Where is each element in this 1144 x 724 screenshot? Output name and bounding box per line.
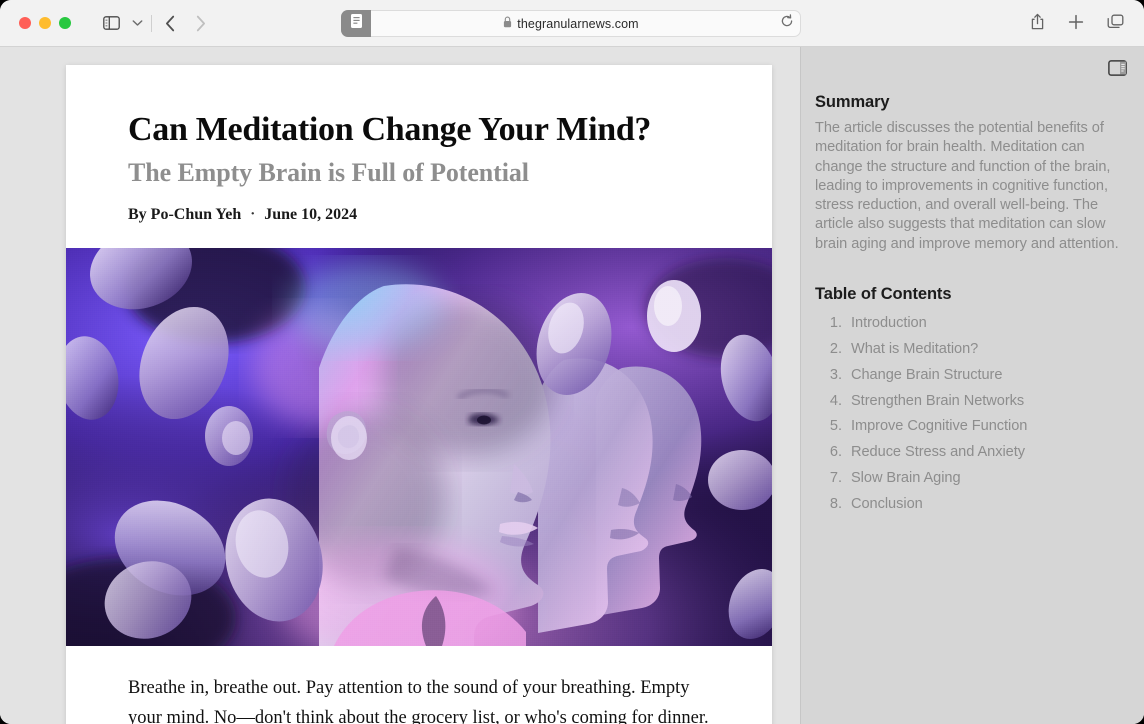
url-text: thegranularnews.com (517, 16, 639, 31)
summary-sidebar: Summary The article discusses the potent… (800, 47, 1144, 724)
reader-mode-icon (350, 13, 363, 34)
chevron-down-icon (132, 19, 143, 27)
chevron-right-icon (195, 15, 206, 32)
body-paragraph: Breathe in, breathe out. Pay attention t… (128, 677, 709, 724)
plus-icon (1068, 14, 1084, 30)
summary-heading: Summary (815, 93, 890, 111)
sidebar-toolbar (801, 47, 1144, 93)
tab-overview-icon (1107, 14, 1124, 30)
address-bar[interactable]: thegranularnews.com (341, 10, 801, 37)
article-subhead: The Empty Brain is Full of Potential (128, 157, 529, 187)
tab-overview-button[interactable] (1100, 9, 1130, 35)
hero-grain-overlay (66, 247, 772, 646)
sidebar-options-button[interactable] (126, 10, 148, 36)
maximize-button[interactable] (59, 17, 71, 29)
toc-item[interactable]: What is Meditation? (815, 337, 1130, 363)
toc-item[interactable]: Strengthen Brain Networks (815, 388, 1130, 414)
toc-heading: Table of Contents (815, 284, 952, 303)
safari-window: thegranularnews.com Can Meditation Chang… (0, 0, 1144, 724)
table-of-contents: Introduction What is Meditation? Change … (815, 311, 1130, 517)
summary-text: The article discusses the potential bene… (815, 120, 1119, 252)
sidebar-right-icon (1107, 59, 1127, 81)
article-pane[interactable]: Can Meditation Change Your Mind? The Emp… (0, 47, 800, 724)
forward-button[interactable] (185, 10, 215, 36)
back-button[interactable] (155, 10, 185, 36)
article-header: Can Meditation Change Your Mind? The Emp… (66, 65, 772, 248)
article-body: Breathe in, breathe out. Pay attention t… (66, 646, 772, 724)
toc-item[interactable]: Conclusion (815, 491, 1130, 517)
toc-item[interactable]: Change Brain Structure (815, 362, 1130, 388)
toc-item[interactable]: Slow Brain Aging (815, 465, 1130, 491)
toolbar-right-actions (1022, 9, 1130, 35)
new-tab-button[interactable] (1061, 9, 1091, 35)
window-controls (19, 17, 71, 29)
close-button[interactable] (19, 17, 31, 29)
reload-icon (780, 14, 794, 33)
toc-item[interactable]: Reduce Stress and Anxiety (815, 440, 1130, 466)
hero-image (66, 247, 772, 646)
toc-item[interactable]: Introduction (815, 311, 1130, 337)
minimize-button[interactable] (39, 17, 51, 29)
author-name: By Po-Chun Yeh (128, 205, 242, 223)
reload-button[interactable] (775, 12, 798, 35)
sidebar-collapse-button[interactable] (1104, 58, 1130, 82)
share-icon (1030, 13, 1045, 31)
url-display: thegranularnews.com (503, 16, 639, 31)
toolbar-divider (151, 14, 152, 32)
navigation-controls (96, 10, 215, 36)
chevron-left-icon (165, 15, 176, 32)
article-card: Can Meditation Change Your Mind? The Emp… (66, 65, 772, 724)
browser-toolbar: thegranularnews.com (0, 0, 1144, 47)
toc-item[interactable]: Improve Cognitive Function (815, 414, 1130, 440)
sidebar-content: Summary The article discusses the potent… (801, 93, 1144, 517)
sidebar-icon (102, 16, 120, 30)
sidebar-toggle-button[interactable] (96, 10, 126, 36)
publish-date: June 10, 2024 (264, 205, 358, 223)
lock-icon (503, 16, 512, 31)
address-bar-container: thegranularnews.com (341, 10, 801, 37)
byline-separator: · (250, 206, 256, 223)
page-title: Can Meditation Change Your Mind? (128, 111, 652, 148)
reader-mode-button[interactable] (341, 10, 371, 37)
browser-content: Can Meditation Change Your Mind? The Emp… (0, 47, 1144, 724)
article-byline: By Po-Chun Yeh · June 10, 2024 (128, 206, 710, 224)
share-button[interactable] (1022, 9, 1052, 35)
